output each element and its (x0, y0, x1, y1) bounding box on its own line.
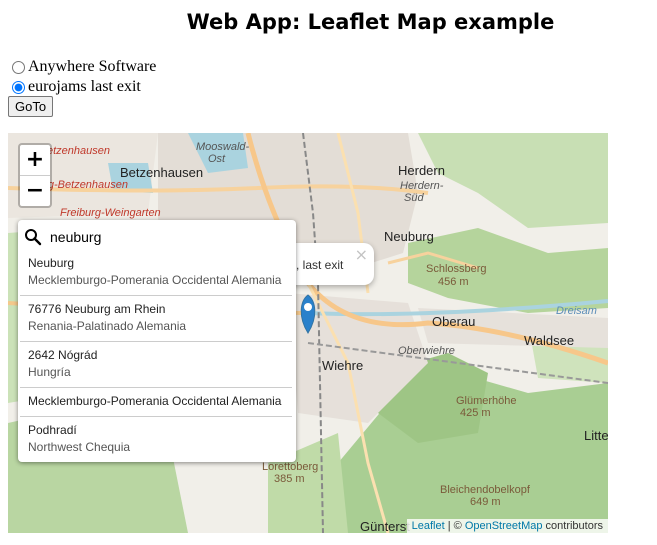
geocoder-search: Neuburg Mecklemburgo-Pomerania Occidenta… (18, 220, 296, 462)
map-place-label: Neuburg (384, 229, 434, 244)
search-result-item[interactable]: 76776 Neuburg am Rhein Renania-Palatinad… (20, 295, 292, 341)
result-name: 2642 Nógrád (28, 348, 98, 362)
map-container[interactable]: -Betzenhausen Betzenhausen Mooswald- Ost… (8, 133, 608, 533)
attribution-separator: | © (444, 520, 465, 532)
radio-label: Anywhere Software (28, 58, 157, 75)
map-place-label: Bleichendobelkopf (440, 484, 530, 496)
result-region: Renania-Palatinado Alemania (28, 319, 187, 333)
map-place-label: Waldsee (524, 333, 575, 348)
map-place-label: Lorettoberg (262, 461, 319, 473)
search-results-list: Neuburg Mecklemburgo-Pomerania Occidenta… (18, 254, 296, 462)
attribution-suffix: contributors (542, 520, 603, 532)
map-place-label: Glümerhöhe (456, 395, 517, 407)
result-region: Hungría (28, 365, 71, 379)
leaflet-link[interactable]: Leaflet (412, 520, 445, 532)
result-name: Mecklemburgo-Pomerania Occidental Aleman… (28, 394, 282, 408)
result-name: Podhradí (28, 423, 77, 437)
map-place-label: 456 m (438, 276, 469, 288)
radio-label: eurojams last exit (28, 78, 141, 95)
result-region: Northwest Chequia (28, 440, 131, 454)
map-place-label: Oberau (432, 314, 476, 329)
result-name: 76776 Neuburg am Rhein (28, 302, 166, 316)
map-place-label: Litte (584, 428, 608, 443)
search-result-item[interactable]: 2642 Nógrád Hungría (20, 341, 292, 387)
map-place-label: Oberwiehre (398, 345, 455, 357)
openstreetmap-link[interactable]: OpenStreetMap (465, 520, 543, 532)
map-place-label: Süd (404, 192, 424, 204)
radio-option-eurojams-last-exit[interactable]: eurojams last exit (12, 78, 141, 96)
map-attribution: Leaflet | © OpenStreetMap contributors (406, 519, 608, 533)
search-result-item[interactable]: Mecklemburgo-Pomerania Occidental Aleman… (20, 387, 292, 416)
map-place-label: Herdern- (400, 180, 444, 192)
radio-eurojams-last-exit[interactable] (12, 80, 25, 94)
map-place-label: Wiehre (322, 358, 364, 373)
result-name: Neuburg (28, 256, 75, 270)
map-place-label: 385 m (274, 473, 305, 485)
popup-close-button[interactable]: × (355, 245, 368, 264)
search-input[interactable] (50, 229, 250, 245)
map-place-label: Günterst (360, 519, 410, 533)
search-icon[interactable] (24, 228, 42, 246)
map-place-label: 425 m (460, 407, 491, 419)
search-result-item[interactable]: Podhradí Northwest Chequia (20, 416, 292, 462)
map-place-label: 649 m (470, 496, 501, 508)
radio-option-anywhere-software[interactable]: Anywhere Software (12, 58, 156, 76)
map-place-label: Herdern (398, 163, 445, 178)
map-place-label: Betzenhausen (120, 165, 204, 180)
map-place-label: Freiburg-Weingarten (60, 207, 161, 219)
map-place-label: Dreisam (556, 305, 597, 317)
search-result-item[interactable]: Neuburg Mecklemburgo-Pomerania Occidenta… (20, 254, 292, 295)
zoom-in-button[interactable]: + (20, 145, 50, 176)
map-place-label: Schlossberg (426, 263, 487, 275)
result-region: Mecklemburgo-Pomerania Occidental Aleman… (28, 273, 282, 287)
zoom-out-button[interactable]: − (20, 176, 50, 206)
zoom-control: + − (18, 143, 52, 208)
page-title: Web App: Leaflet Map example (186, 10, 555, 34)
radio-anywhere-software[interactable] (12, 60, 25, 74)
map-place-label: Mooswald- (196, 141, 250, 153)
goto-button[interactable]: GoTo (8, 96, 54, 117)
map-place-label: Ost (208, 153, 226, 165)
